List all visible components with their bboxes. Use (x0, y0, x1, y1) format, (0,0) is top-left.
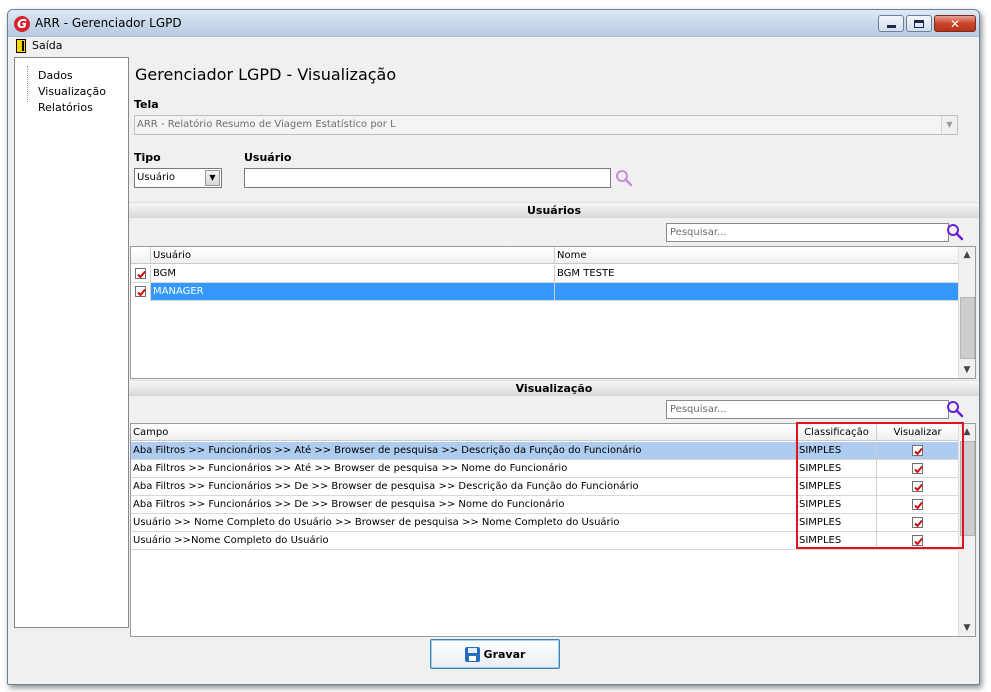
type-dropdown-arrow-icon[interactable]: ▼ (205, 170, 220, 186)
close-icon: ✕ (949, 16, 961, 31)
row-name (555, 283, 959, 301)
view-table: Campo Classificação Visualizar Aba Filtr… (130, 422, 976, 637)
row-field: Usuário >> Nome Completo do Usuário >> B… (131, 514, 797, 532)
checkmark-icon (137, 288, 146, 297)
maximize-icon (914, 19, 924, 28)
row-field: Aba Filtros >> Funcionários >> Até >> Br… (131, 442, 797, 460)
annotation-highlight-box (796, 422, 964, 549)
tree-item-relatorios[interactable]: Relatórios (38, 101, 93, 114)
row-field: Aba Filtros >> Funcionários >> De >> Bro… (131, 478, 797, 496)
window-title: ARR - Gerenciador LGPD (35, 16, 182, 30)
checkmark-icon (137, 270, 146, 279)
main-window: G ARR - Gerenciador LGPD ✕ Saída Dados V… (7, 9, 980, 685)
screen-dropdown-arrow-icon[interactable]: ▼ (941, 116, 957, 134)
save-button-label: Gravar (483, 647, 526, 661)
save-button[interactable]: Gravar (430, 639, 560, 669)
view-col-campo[interactable]: Campo (131, 424, 797, 441)
users-col-nome[interactable]: Nome (555, 247, 959, 264)
row-check-cell (131, 265, 151, 283)
users-check-header (131, 247, 151, 264)
row-checkbox[interactable] (135, 286, 146, 297)
door-exit-icon (16, 39, 26, 53)
users-col-usuario[interactable]: Usuário (151, 247, 555, 264)
table-row-selected[interactable]: MANAGER (131, 283, 959, 301)
user-search-icon[interactable] (615, 169, 633, 187)
tree-connector-lines (27, 66, 28, 102)
users-search-icon[interactable] (946, 223, 964, 241)
app-logo-icon: G (14, 16, 30, 32)
close-button[interactable]: ✕ (934, 15, 976, 32)
main-content: Gerenciador LGPD - Visualização Tela ARR… (129, 57, 979, 637)
view-search-icon[interactable] (946, 400, 964, 418)
row-user: BGM (151, 265, 555, 283)
users-search-input[interactable]: Pesquisar... (666, 223, 949, 242)
minimize-icon (886, 25, 896, 28)
page-title: Gerenciador LGPD - Visualização (135, 65, 397, 84)
minimize-button[interactable] (878, 15, 904, 32)
row-field: Usuário >>Nome Completo do Usuário (131, 532, 797, 550)
title-bar: G ARR - Gerenciador LGPD ✕ (8, 10, 979, 37)
scroll-down-icon[interactable]: ▼ (959, 362, 975, 378)
navigation-tree: Dados Visualização Relatórios (14, 57, 129, 628)
tree-item-dados[interactable]: Dados (38, 69, 73, 82)
users-table: Usuário Nome BGM BGM TESTE MANAGER ▲ ▼ (130, 246, 976, 379)
maximize-button[interactable] (906, 15, 932, 32)
users-section-header: Usuários (129, 202, 979, 218)
screen-select-value: ARR - Relatório Resumo de Viagem Estatís… (137, 119, 396, 130)
screen-label: Tela (134, 98, 159, 111)
view-search-input[interactable]: Pesquisar... (666, 400, 949, 419)
table-row[interactable]: BGM BGM TESTE (131, 265, 959, 283)
user-label: Usuário (244, 151, 292, 164)
row-checkbox[interactable] (135, 268, 146, 279)
type-label: Tipo (134, 151, 161, 164)
menu-item-exit[interactable]: Saída (32, 39, 63, 52)
scroll-down-icon[interactable]: ▼ (959, 620, 975, 636)
row-name: BGM TESTE (555, 265, 959, 283)
type-select[interactable]: Usuário ▼ (134, 168, 222, 188)
row-field: Aba Filtros >> Funcionários >> Até >> Br… (131, 460, 797, 478)
row-check-cell (131, 283, 151, 301)
row-field: Aba Filtros >> Funcionários >> De >> Bro… (131, 496, 797, 514)
users-scrollbar[interactable]: ▲ ▼ (958, 247, 975, 378)
screen-select[interactable]: ARR - Relatório Resumo de Viagem Estatís… (134, 115, 958, 135)
scroll-up-icon[interactable]: ▲ (959, 247, 975, 263)
scroll-thumb[interactable] (960, 297, 975, 359)
floppy-disk-icon (464, 646, 480, 662)
view-section-header: Visualização (129, 380, 979, 396)
type-select-value: Usuário (137, 172, 176, 183)
users-table-header: Usuário Nome (131, 247, 959, 264)
user-input[interactable] (244, 168, 611, 188)
tree-item-visualizacao[interactable]: Visualização (38, 85, 106, 98)
menu-bar: Saída (8, 37, 979, 56)
row-user: MANAGER (151, 283, 555, 301)
